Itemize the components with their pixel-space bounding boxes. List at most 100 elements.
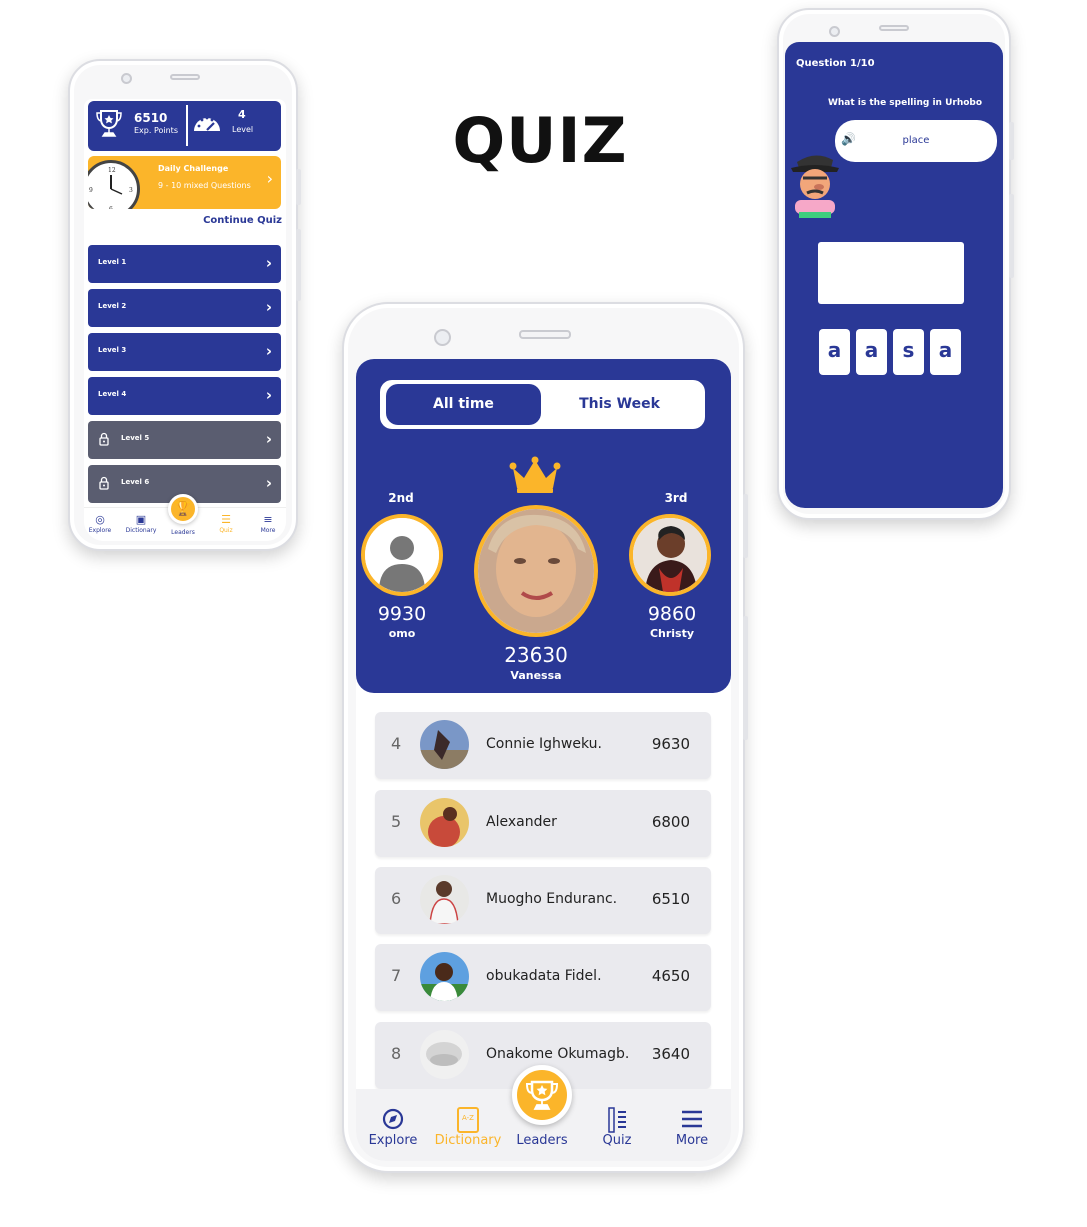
compass-icon: ◎ — [95, 513, 105, 526]
level-label: Level 6 — [121, 478, 150, 486]
trophy-icon — [525, 1080, 559, 1110]
level-row-2[interactable]: Level 2 › — [88, 289, 281, 327]
lock-icon — [99, 476, 109, 490]
nav-label: More — [260, 527, 276, 534]
nav-label: Leaders — [171, 529, 195, 536]
avatar-second[interactable] — [361, 514, 443, 596]
leaders-center-button[interactable]: 🏆 — [168, 494, 198, 524]
question-counter: Question 1/10 — [796, 58, 875, 69]
nav-label: More — [675, 1133, 709, 1148]
speaker — [170, 74, 200, 80]
book-icon: ▣ — [135, 513, 147, 526]
score-third: 9860 — [647, 603, 697, 625]
level-row-4[interactable]: Level 4 › — [88, 377, 281, 415]
row-score: 6510 — [651, 890, 690, 908]
nav-quiz[interactable]: Quiz — [582, 1107, 652, 1148]
daily-challenge-card[interactable]: 12 3 6 9 Daily Challenge 9 - 10 mixed Quest… — [88, 156, 281, 209]
chevron-right-icon: › — [265, 386, 272, 404]
stats-card: 6510 Exp. Points 4 Level — [88, 101, 281, 151]
camera — [121, 73, 132, 84]
side-button — [296, 229, 301, 301]
bottom-nav: ◎ Explore ▣ Dictionary 🏆 Leaders ☰ Quiz … — [84, 494, 286, 541]
chevron-right-icon: › — [265, 254, 272, 272]
nav-explore[interactable]: Explore — [358, 1107, 428, 1148]
level-row-5[interactable]: Level 5 › — [88, 421, 281, 459]
daily-challenge-title: Daily Challenge — [158, 164, 229, 173]
side-button — [1009, 122, 1014, 160]
nav-dictionary[interactable]: A-Z Dictionary — [433, 1107, 503, 1148]
row-rank: 6 — [391, 889, 402, 908]
leaderboard-row[interactable]: 6 Muogho Enduranc. 6510 — [375, 867, 711, 934]
avatar-third[interactable] — [629, 514, 711, 596]
letter-tile[interactable]: a — [856, 329, 887, 375]
camera — [829, 26, 840, 37]
question-phone: Question 1/10 What is the spelling in Ur… — [777, 8, 1014, 520]
tab-all-time[interactable]: All time — [386, 384, 541, 425]
points-label: Exp. Points — [134, 126, 178, 135]
row-rank: 4 — [391, 734, 402, 753]
side-button — [296, 169, 301, 205]
rank-label-second: 2nd — [388, 491, 414, 505]
speaker — [879, 25, 909, 31]
tab-this-week[interactable]: This Week — [542, 384, 697, 425]
rank-label-third: 3rd — [664, 491, 688, 505]
nav-explore[interactable]: ◎ Explore — [84, 513, 120, 534]
row-name: Alexander — [486, 814, 557, 830]
svg-text:A-Z: A-Z — [462, 1114, 474, 1122]
quiz-home-phone: 6510 Exp. Points 4 Level 12 3 6 9 — [68, 59, 301, 551]
nav-leaders[interactable]: Leaders — [507, 1133, 577, 1148]
leaders-center-button[interactable] — [512, 1065, 572, 1125]
letter-tile[interactable]: a — [819, 329, 850, 375]
row-score: 9630 — [651, 735, 690, 753]
side-button — [743, 616, 748, 740]
row-name: Onakome Okumagb. — [486, 1046, 630, 1062]
nav-more[interactable]: ≡ More — [248, 513, 286, 534]
svg-text:6: 6 — [109, 206, 113, 209]
gauge-icon — [194, 116, 220, 131]
level-label: Level 3 — [98, 346, 127, 354]
score-second: 9930 — [377, 603, 427, 625]
question-screen: Question 1/10 What is the spelling in Ur… — [785, 42, 1003, 508]
side-button — [743, 494, 748, 558]
question-prompt: What is the spelling in Urhobo — [827, 98, 983, 108]
chevron-right-icon: › — [265, 430, 272, 448]
camera — [434, 329, 451, 346]
level-label: Level 2 — [98, 302, 127, 310]
level-value: 4 — [238, 108, 246, 121]
row-avatar — [420, 1030, 469, 1079]
chevron-right-icon: › — [266, 169, 273, 188]
clock-icon: 12 3 6 9 — [88, 160, 140, 209]
letter-tile[interactable]: s — [893, 329, 924, 375]
level-label: Level 5 — [121, 434, 150, 442]
row-rank: 5 — [391, 812, 402, 831]
chevron-right-icon: › — [265, 474, 272, 492]
quiz-home-screen: 6510 Exp. Points 4 Level 12 3 6 9 — [84, 99, 286, 541]
speaker — [519, 330, 571, 339]
leaderboard-header: All time This Week 2nd 9930 omo 23630 Va… — [356, 359, 731, 693]
nav-dictionary[interactable]: ▣ Dictionary — [121, 513, 161, 534]
trophy-icon — [96, 110, 122, 137]
period-toggle: All time This Week — [380, 380, 705, 429]
leaderboard-row[interactable]: 5 Alexander 6800 — [375, 790, 711, 857]
nav-quiz[interactable]: ☰ Quiz — [206, 513, 246, 534]
side-button — [1009, 194, 1014, 278]
daily-challenge-subtitle: 9 - 10 mixed Questions — [158, 181, 251, 190]
avatar-first[interactable] — [474, 505, 598, 637]
points-value: 6510 — [134, 111, 168, 125]
answer-box[interactable] — [818, 242, 964, 304]
level-row-1[interactable]: Level 1 › — [88, 245, 281, 283]
nav-label: Dictionary — [125, 527, 157, 534]
nav-leaders[interactable]: Leaders — [163, 529, 203, 536]
leaderboard-row[interactable]: 4 Connie Ighweku. 9630 — [375, 712, 711, 779]
svg-text:3: 3 — [129, 187, 133, 194]
leaderboard-row[interactable]: 7 obukadata Fidel. 4650 — [375, 944, 711, 1011]
name-third: Christy — [649, 627, 695, 640]
bottom-nav: Explore A-Z Dictionary Leaders Quiz More — [356, 1065, 731, 1161]
nav-label: Leaders — [516, 1133, 568, 1148]
letter-tile[interactable]: a — [930, 329, 961, 375]
book-icon: A-Z — [457, 1107, 479, 1133]
nav-label: Explore — [368, 1133, 418, 1148]
continue-quiz-link[interactable]: Continue Quiz — [203, 215, 282, 226]
nav-more[interactable]: More — [657, 1107, 727, 1148]
level-row-3[interactable]: Level 3 › — [88, 333, 281, 371]
